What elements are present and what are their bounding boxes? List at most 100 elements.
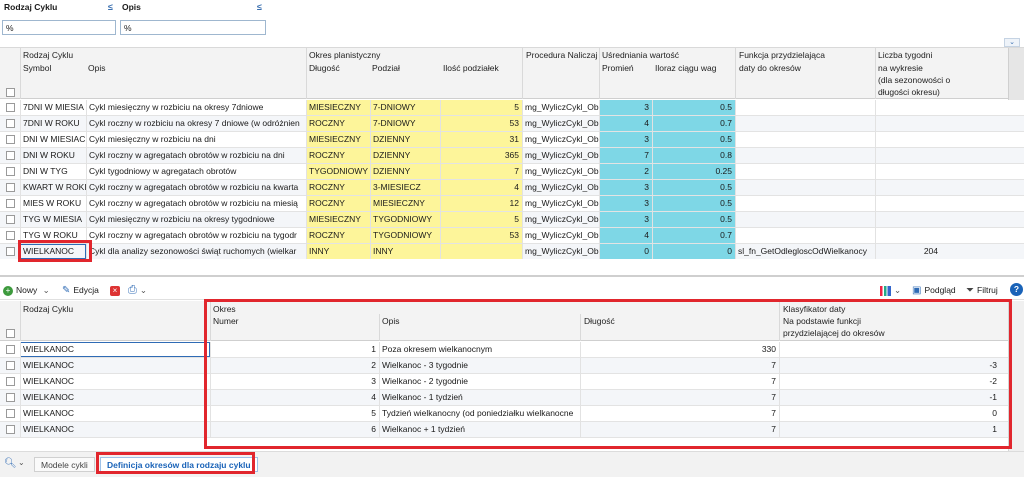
cell-promien[interactable]: 3 <box>599 180 652 195</box>
cell-funkcja[interactable] <box>735 212 875 227</box>
cell-iloraz[interactable]: 0.8 <box>652 148 735 163</box>
table-row[interactable]: TYG W MIESIA Cykl miesięczny w rozbiciu n… <box>0 212 1024 228</box>
cell-podzial[interactable]: TYGODNIOWY <box>370 212 440 227</box>
print-button[interactable]: ⎙ ⌄ <box>128 283 147 298</box>
cell-procedura[interactable]: mg_WyliczCykl_Ob <box>522 148 599 163</box>
row-checkbox[interactable] <box>6 425 15 434</box>
cell-symbol[interactable]: DNI W ROKU <box>20 148 86 163</box>
cell-opis[interactable]: Cykl miesięczny w rozbiciu na okresy tyg… <box>86 212 306 227</box>
cell-iloraz[interactable]: 0.5 <box>652 196 735 211</box>
cell-liczba[interactable] <box>875 100 941 115</box>
cell-rodzaj[interactable]: WIELKANOC <box>20 406 210 421</box>
cell-funkcja[interactable]: sl_fn_GetOdlegloscOdWielkanocy <box>735 244 875 259</box>
cell-symbol[interactable]: DNI W MIESIAC <box>20 132 86 147</box>
row-checkbox[interactable] <box>6 393 15 402</box>
cell-liczba[interactable]: 204 <box>875 244 941 259</box>
cell-procedura[interactable]: mg_WyliczCykl_Ob <box>522 212 599 227</box>
table-row[interactable]: KWART W ROKI Cykl roczny w agregatach obr… <box>0 180 1024 196</box>
cell-symbol[interactable]: KWART W ROKI <box>20 180 86 195</box>
cell-promien[interactable]: 3 <box>599 100 652 115</box>
header-funkcja[interactable]: Funkcja przydzielająca <box>739 50 825 60</box>
cell-dlugosc[interactable]: MIESIECZNY <box>306 212 370 227</box>
cell-procedura[interactable]: mg_WyliczCykl_Ob <box>522 244 599 259</box>
cell-podzial[interactable]: DZIENNY <box>370 164 440 179</box>
cell-ilosc[interactable]: 7 <box>440 164 522 179</box>
header-podzial[interactable]: Podział <box>372 63 400 73</box>
row-checkbox[interactable] <box>6 167 15 176</box>
cell-iloraz[interactable]: 0 <box>652 244 735 259</box>
cell-procedura[interactable]: mg_WyliczCykl_Ob <box>522 164 599 179</box>
select-all-checkbox[interactable] <box>6 329 15 338</box>
search-icon[interactable]: 🔍︎ <box>4 458 17 469</box>
cell-iloraz[interactable]: 0.5 <box>652 132 735 147</box>
cell-liczba[interactable] <box>875 228 941 243</box>
cell-opis[interactable]: Cykl tygodniowy w agregatach obrotów <box>86 164 306 179</box>
header-liczba[interactable]: Liczba tygodni <box>878 50 932 60</box>
cell-liczba[interactable] <box>875 180 941 195</box>
cell-ilosc[interactable]: 5 <box>440 212 522 227</box>
cell-ilosc[interactable]: 4 <box>440 180 522 195</box>
header-symbol[interactable]: Symbol <box>23 63 51 73</box>
header-opis[interactable]: Opis <box>88 63 105 73</box>
cell-ilosc[interactable]: 31 <box>440 132 522 147</box>
cell-promien[interactable]: 7 <box>599 148 652 163</box>
cell-promien[interactable]: 3 <box>599 212 652 227</box>
new-button[interactable]: + Nowy ⌄ <box>3 283 50 298</box>
help-icon[interactable]: ? <box>1010 283 1023 296</box>
edit-button[interactable]: ✎ Edycja <box>62 283 99 298</box>
cell-ilosc[interactable]: 53 <box>440 116 522 131</box>
cell-podzial[interactable]: DZIENNY <box>370 132 440 147</box>
cell-iloraz[interactable]: 0.25 <box>652 164 735 179</box>
chevron-down-icon[interactable]: ⌄ <box>894 285 901 295</box>
cell-promien[interactable]: 3 <box>599 132 652 147</box>
row-checkbox[interactable] <box>6 377 15 386</box>
cell-funkcja[interactable] <box>735 196 875 211</box>
cell-opis[interactable]: Cykl roczny w agregatach obrotów w rozbi… <box>86 180 306 195</box>
cell-dlugosc[interactable]: ROCZNY <box>306 116 370 131</box>
table-row[interactable]: MIES W ROKU Cykl roczny w agregatach obro… <box>0 196 1024 212</box>
cell-funkcja[interactable] <box>735 100 875 115</box>
cell-ilosc[interactable]: 365 <box>440 148 522 163</box>
row-checkbox[interactable] <box>6 409 15 418</box>
chevron-down-icon[interactable]: ⌄ <box>140 285 147 295</box>
cell-funkcja[interactable] <box>735 148 875 163</box>
cell-symbol[interactable]: DNI W TYG <box>20 164 86 179</box>
row-checkbox[interactable] <box>6 247 15 256</box>
row-checkbox[interactable] <box>6 199 15 208</box>
cell-podzial[interactable]: 7-DNIOWY <box>370 116 440 131</box>
delete-button[interactable]: × <box>110 283 123 298</box>
cell-ilosc[interactable]: 53 <box>440 228 522 243</box>
cell-opis[interactable]: Cykl dla analizy sezonowości świąt rucho… <box>86 244 306 259</box>
row-checkbox[interactable] <box>6 183 15 192</box>
cell-symbol[interactable]: 7DNI W MIESIA <box>20 100 86 115</box>
cell-promien[interactable]: 0 <box>599 244 652 259</box>
cell-procedura[interactable]: mg_WyliczCykl_Ob <box>522 116 599 131</box>
table-row[interactable]: DNI W TYG Cykl tygodniowy w agregatach ob… <box>0 164 1024 180</box>
cell-iloraz[interactable]: 0.5 <box>652 100 735 115</box>
chevron-down-icon[interactable]: ⌄ <box>18 458 25 467</box>
cell-funkcja[interactable] <box>735 180 875 195</box>
tab-modele-cykli[interactable]: Modele cykli <box>34 457 95 472</box>
cell-opis[interactable]: Cykl miesięczny w rozbiciu na dni <box>86 132 306 147</box>
cell-ilosc[interactable]: 5 <box>440 100 522 115</box>
cell-rodzaj[interactable]: WIELKANOC <box>20 374 210 389</box>
cell-podzial[interactable]: 3-MIESIECZ <box>370 180 440 195</box>
chart-button[interactable]: ⌄ <box>880 283 901 298</box>
cell-procedura[interactable]: mg_WyliczCykl_Ob <box>522 132 599 147</box>
cell-podzial[interactable]: INNY <box>370 244 440 259</box>
cell-funkcja[interactable] <box>735 116 875 131</box>
cell-procedura[interactable]: mg_WyliczCykl_Ob <box>522 228 599 243</box>
table-row[interactable]: 7DNI W MIESIA Cykl miesięczny w rozbiciu … <box>0 100 1024 116</box>
cell-dlugosc[interactable]: ROCZNY <box>306 180 370 195</box>
cell-dlugosc[interactable]: ROCZNY <box>306 148 370 163</box>
cell-podzial[interactable]: DZIENNY <box>370 148 440 163</box>
header-dlugosc[interactable]: Długość <box>309 63 340 73</box>
row-checkbox[interactable] <box>6 151 15 160</box>
cell-iloraz[interactable]: 0.5 <box>652 180 735 195</box>
cell-liczba[interactable] <box>875 116 941 131</box>
header-iloraz[interactable]: Iloraz ciągu wag <box>655 63 716 73</box>
cell-ilosc[interactable]: 12 <box>440 196 522 211</box>
table-row[interactable]: 7DNI W ROKU Cykl roczny w rozbiciu na okr… <box>0 116 1024 132</box>
cell-rodzaj[interactable]: WIELKANOC <box>20 390 210 405</box>
cell-procedura[interactable]: mg_WyliczCykl_Ob <box>522 196 599 211</box>
